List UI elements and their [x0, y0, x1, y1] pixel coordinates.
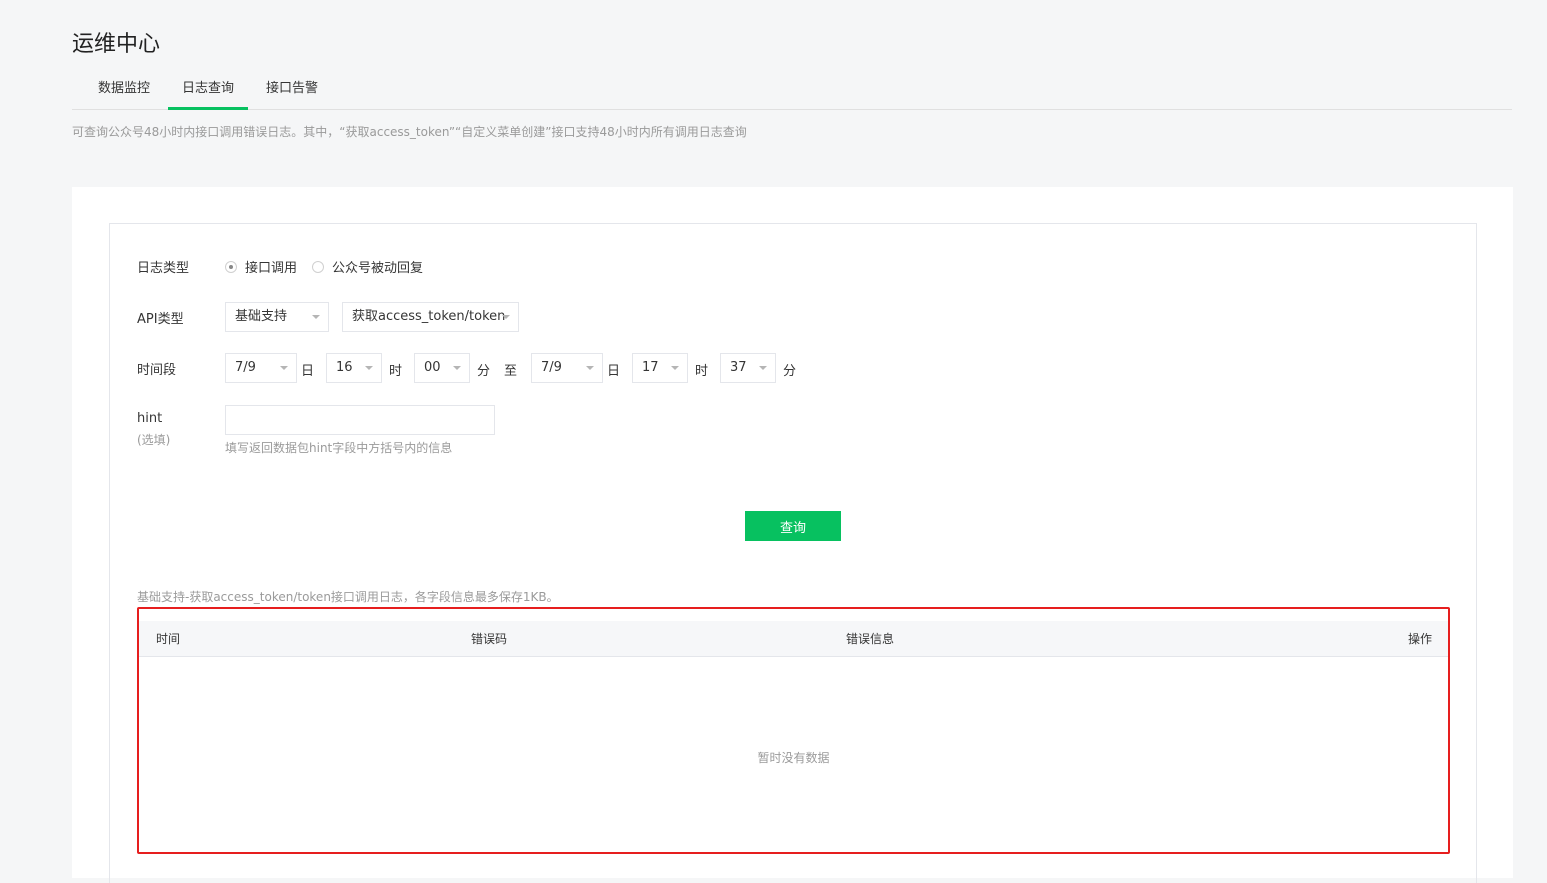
radio-api-call-label: 接口调用 — [245, 261, 298, 276]
radio-api-call[interactable]: 接口调用 — [225, 257, 297, 276]
api-type-label: API类型 — [137, 312, 184, 327]
start-day-unit: 日 — [301, 364, 315, 379]
start-date-value: 7/9 — [235, 360, 256, 375]
end-day-unit: 日 — [607, 364, 621, 379]
start-hour-value: 16 — [336, 360, 353, 375]
range-to-text: 至 — [504, 364, 518, 379]
query-panel: 日志类型 接口调用 公众号被动回复 API类型 基础支持 获取access_to… — [109, 223, 1477, 883]
start-minute-select[interactable]: 00 — [414, 353, 470, 383]
start-minute-value: 00 — [424, 360, 441, 375]
end-date-value: 7/9 — [541, 360, 562, 375]
results-table: 时间 错误码 错误信息 操作 暂时没有数据 — [137, 607, 1450, 854]
log-type-label: 日志类型 — [137, 261, 190, 276]
api-category-select[interactable]: 基础支持 — [225, 302, 329, 332]
api-name-select[interactable]: 获取access_token/token — [342, 302, 519, 332]
api-name-value: 获取access_token/token — [352, 309, 506, 324]
empty-state: 暂时没有数据 — [757, 751, 830, 765]
start-hour-select[interactable]: 16 — [326, 353, 382, 383]
end-minute-unit: 分 — [783, 364, 797, 379]
hint-optional-label: (选填) — [137, 433, 171, 447]
column-error-message: 错误信息 — [846, 632, 895, 646]
hint-tip: 填写返回数据包hint字段中方括号内的信息 — [225, 441, 453, 455]
column-error-code: 错误码 — [471, 632, 508, 646]
end-minute-select[interactable]: 37 — [720, 353, 776, 383]
end-hour-unit: 时 — [695, 364, 709, 379]
result-note: 基础支持-获取access_token/token接口调用日志，各字段信息最多保… — [137, 590, 559, 604]
tab-data-monitoring[interactable]: 数据监控 — [88, 76, 160, 110]
end-hour-value: 17 — [642, 360, 659, 375]
chevron-down-icon — [671, 366, 679, 370]
page-description: 可查询公众号48小时内接口调用错误日志。其中，“获取access_token”“… — [72, 125, 747, 139]
api-category-value: 基础支持 — [235, 309, 288, 324]
chevron-down-icon — [280, 366, 288, 370]
chevron-down-icon — [586, 366, 594, 370]
end-date-select[interactable]: 7/9 — [531, 353, 603, 383]
chevron-down-icon — [453, 366, 461, 370]
tab-bar: 数据监控 日志查询 接口告警 — [72, 76, 1512, 110]
radio-passive-reply-label: 公众号被动回复 — [332, 261, 424, 276]
end-minute-value: 37 — [730, 360, 747, 375]
chevron-down-icon — [502, 315, 510, 319]
hint-label: hint — [137, 411, 163, 426]
start-hour-unit: 时 — [389, 364, 403, 379]
tab-api-alert[interactable]: 接口告警 — [256, 76, 328, 110]
log-query-card: 日志类型 接口调用 公众号被动回复 API类型 基础支持 获取access_to… — [72, 187, 1513, 883]
column-time: 时间 — [156, 632, 181, 646]
radio-unchecked-icon — [312, 260, 324, 273]
table-header: 时间 错误码 错误信息 操作 — [139, 621, 1448, 657]
start-date-select[interactable]: 7/9 — [225, 353, 297, 383]
page-title: 运维中心 — [72, 32, 161, 57]
chevron-down-icon — [312, 315, 320, 319]
hint-input[interactable] — [225, 405, 495, 435]
time-range-label: 时间段 — [137, 363, 177, 378]
start-minute-unit: 分 — [477, 364, 491, 379]
radio-passive-reply[interactable]: 公众号被动回复 — [312, 257, 423, 276]
chevron-down-icon — [365, 366, 373, 370]
column-action: 操作 — [1407, 632, 1432, 646]
tab-log-query[interactable]: 日志查询 — [168, 76, 248, 110]
radio-checked-icon — [225, 260, 237, 273]
chevron-down-icon — [759, 366, 767, 370]
end-hour-select[interactable]: 17 — [632, 353, 688, 383]
query-button[interactable]: 查询 — [745, 511, 841, 541]
